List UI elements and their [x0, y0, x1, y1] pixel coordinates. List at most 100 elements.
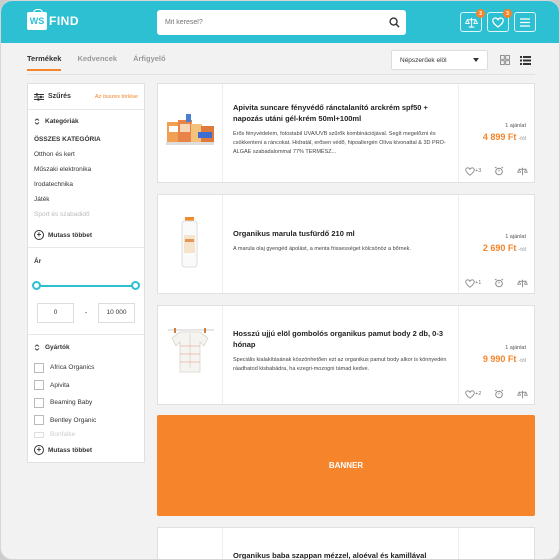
- range-max-handle[interactable]: [131, 281, 140, 290]
- list-icon: [519, 55, 531, 65]
- heart-icon: [492, 16, 504, 28]
- tab-products[interactable]: Termékek: [27, 54, 62, 71]
- checkbox[interactable]: [34, 380, 44, 391]
- favorite-button[interactable]: +1: [465, 278, 482, 288]
- price-alert-button[interactable]: [494, 278, 504, 288]
- category-item[interactable]: Játék: [28, 192, 144, 207]
- search-button[interactable]: [382, 11, 406, 35]
- category-item[interactable]: Műszaki elektronika: [28, 162, 144, 177]
- brands-show-more-button[interactable]: + Mutass többet: [28, 440, 144, 460]
- filter-title-label: Szűrés: [48, 93, 71, 100]
- price-min-input[interactable]: 0: [37, 303, 74, 323]
- product-card[interactable]: Apivita suncare fényvédő ránctalanító ar…: [157, 83, 535, 183]
- clear-all-link[interactable]: Az összes törlése: [95, 94, 138, 100]
- grid-view-button[interactable]: [497, 52, 513, 68]
- product-image[interactable]: [158, 84, 223, 182]
- product-title[interactable]: Hosszú ujjú elöl gombolós organikus pamu…: [233, 328, 451, 350]
- product-actions: +1: [465, 278, 528, 288]
- brands-section-header[interactable]: Gyártók: [28, 338, 144, 356]
- brand-checkbox[interactable]: Africa Organics: [28, 359, 144, 377]
- product-title[interactable]: Organikus baba szappan mézzel, aloéval é…: [233, 550, 451, 559]
- product-price-panel: 1 ajánlat 4 899 Ft -tól +3: [458, 84, 534, 182]
- scale-icon: [464, 17, 478, 28]
- category-item[interactable]: Sport és szabadidő: [28, 207, 144, 222]
- compare-button[interactable]: 3: [460, 9, 485, 32]
- compare-product-button[interactable]: [517, 279, 528, 288]
- product-price-panel: [458, 528, 534, 559]
- price-value: 2 690 Ft: [482, 243, 517, 253]
- product-card[interactable]: Organikus marula tusfürdő 210 ml A marul…: [157, 194, 535, 294]
- product-title[interactable]: Apivita suncare fényvédő ránctalanító ar…: [233, 102, 451, 124]
- logo-text: FIND: [49, 14, 79, 28]
- product-image[interactable]: [158, 528, 223, 559]
- checkbox[interactable]: [34, 415, 44, 426]
- heart-icon: [465, 166, 475, 176]
- filter-sidebar: Szűrés Az összes törlése Kategóriák ÖSSZ…: [27, 83, 145, 463]
- menu-button[interactable]: [514, 12, 536, 32]
- product-price-panel: 1 ajánlat 9 990 Ft -tól +2: [458, 306, 534, 404]
- categories-title: Kategóriák: [45, 117, 79, 125]
- product-description: Speciális kialakításának köszönhetően ez…: [233, 357, 447, 372]
- category-item[interactable]: Irodatechnika: [28, 177, 144, 192]
- brand-label: Bentley Organic: [50, 416, 97, 424]
- favorite-button[interactable]: +2: [465, 389, 481, 399]
- product-card[interactable]: Hosszú ujjú elöl gombolós organikus pamu…: [157, 305, 535, 405]
- sort-dropdown[interactable]: Népszerűek elöl: [391, 50, 488, 70]
- compare-product-button[interactable]: [517, 167, 528, 176]
- product-price: 4 899 Ft -tól: [483, 132, 526, 142]
- categories-show-more-button[interactable]: + Mutass többet: [28, 225, 144, 245]
- brand-label: Africa Organics: [50, 364, 95, 372]
- hamburger-icon: [520, 17, 530, 27]
- price-alert-button[interactable]: [494, 389, 504, 399]
- price-range-slider[interactable]: [32, 278, 140, 294]
- tab-price-watch[interactable]: Árfigyelő: [133, 54, 166, 71]
- filter-title: Szűrés: [34, 92, 71, 101]
- list-view-button[interactable]: [517, 52, 533, 68]
- checkbox[interactable]: [34, 397, 44, 408]
- price-max-input[interactable]: 10 000: [98, 303, 135, 323]
- product-description: Erős fényvédelem, fotostabil UVA/UVB szű…: [233, 131, 446, 155]
- product-card[interactable]: Organikus baba szappan mézzel, aloéval é…: [157, 527, 535, 559]
- favorites-count-badge: 3: [503, 9, 512, 18]
- alarm-clock-icon: [494, 166, 504, 176]
- product-photo-baby-body: [168, 328, 214, 373]
- filter-header: Szűrés Az összes törlése: [28, 84, 144, 110]
- search-bar: [157, 10, 406, 35]
- price-alert-button[interactable]: [494, 166, 504, 176]
- caret-down-icon: [473, 58, 479, 62]
- divider: [28, 247, 144, 248]
- compare-product-button[interactable]: [517, 390, 528, 399]
- heart-icon: [465, 278, 475, 288]
- range-min-handle[interactable]: [32, 281, 41, 290]
- product-description: A marula olaj gyengéd ápolást, a menta f…: [233, 246, 411, 252]
- product-image[interactable]: [158, 195, 223, 293]
- category-item[interactable]: Otthon és kert: [28, 147, 144, 162]
- offers-count: 1 ajánlat: [505, 234, 526, 240]
- favorite-count: +1: [475, 280, 482, 286]
- price-title: Ár: [34, 257, 42, 265]
- brand-checkbox[interactable]: Bentley Organic: [28, 412, 144, 430]
- favorites-button[interactable]: 3: [487, 9, 512, 32]
- brand-checkbox[interactable]: Bonfalke: [28, 429, 144, 440]
- brand-checkbox[interactable]: Apivita: [28, 377, 144, 395]
- top-bar: WS FIND 3 3: [1, 1, 559, 43]
- checkbox[interactable]: [34, 431, 44, 438]
- product-title[interactable]: Organikus marula tusfürdő 210 ml: [233, 228, 451, 239]
- price-suffix: -tól: [518, 136, 526, 142]
- logo[interactable]: WS FIND: [27, 9, 79, 30]
- search-input[interactable]: [157, 10, 382, 35]
- product-image[interactable]: [158, 306, 223, 404]
- brand-checkbox[interactable]: Beaming Baby: [28, 394, 144, 412]
- product-price-panel: 1 ajánlat 2 690 Ft -tól +1: [458, 195, 534, 293]
- categories-section-header[interactable]: Kategóriák: [28, 112, 144, 130]
- heart-icon: [465, 389, 475, 399]
- price-value: 9 990 Ft: [482, 354, 517, 364]
- ad-banner[interactable]: BANNER: [157, 415, 535, 516]
- product-photo-shower-gel: [181, 217, 198, 268]
- favorite-button[interactable]: +3: [465, 166, 481, 176]
- tab-favorites[interactable]: Kedvencek: [77, 54, 117, 71]
- product-info: Organikus baba szappan mézzel, aloéval é…: [233, 550, 451, 559]
- checkbox[interactable]: [34, 362, 44, 373]
- price-inputs: 0 - 10 000: [28, 302, 144, 324]
- category-item[interactable]: ÖSSZES KATEGÓRIA: [28, 132, 144, 147]
